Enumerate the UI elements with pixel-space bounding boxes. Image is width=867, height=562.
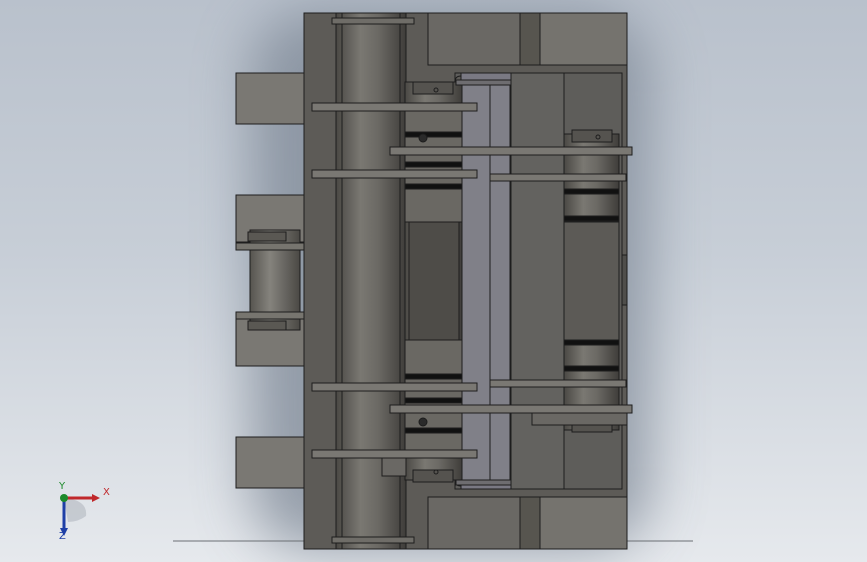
z-axis-label: Z (59, 531, 66, 542)
x-axis-label: X (103, 487, 110, 498)
axis-triad: X Y Z (48, 482, 118, 544)
model-viewport[interactable] (0, 0, 867, 562)
top-right-block (427, 12, 628, 66)
triad-shade (64, 498, 87, 522)
y-axis-label: Y (59, 481, 66, 492)
bottom-right-block (427, 496, 628, 550)
grey-drum (455, 79, 512, 486)
middle-roller (404, 81, 463, 483)
assembly-model (173, 10, 693, 550)
y-axis-point (60, 494, 68, 502)
x-axis-arrowhead (92, 494, 100, 502)
